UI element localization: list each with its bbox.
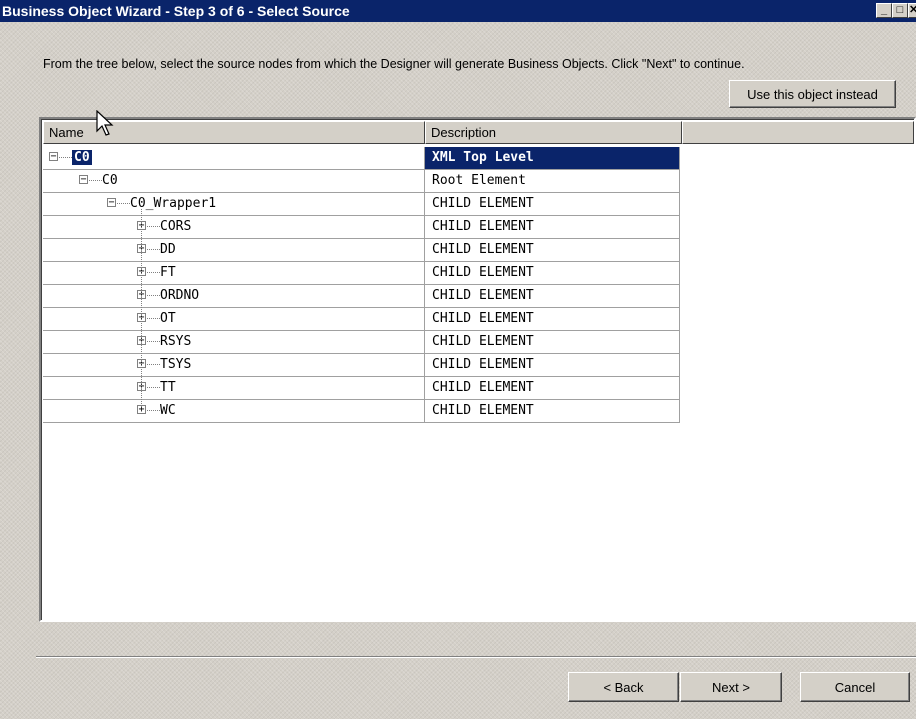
close-button[interactable]: ✕ (908, 3, 916, 18)
arrow-cursor-icon (96, 110, 114, 136)
tree-node-label: DD (160, 242, 176, 257)
cancel-button[interactable]: Cancel (800, 672, 910, 702)
tree-node-label: C0 (72, 150, 92, 165)
tree-connector (147, 410, 160, 411)
tree-row-description: CHILD ELEMENT (425, 354, 680, 377)
tree-row-name-cell[interactable]: + OT (43, 308, 425, 331)
tree-row-name-cell[interactable]: + CORS (43, 216, 425, 239)
minimize-button[interactable]: _ (876, 3, 892, 18)
footer-divider (36, 656, 916, 658)
tree-row[interactable]: − C0 Root Element (43, 170, 680, 193)
tree-row-description: CHILD ELEMENT (425, 193, 680, 216)
tree-row-description: CHILD ELEMENT (425, 377, 680, 400)
tree-row-description: CHILD ELEMENT (425, 400, 680, 423)
window-titlebar: Business Object Wizard - Step 3 of 6 - S… (0, 0, 916, 22)
tree-node-label: TSYS (160, 357, 192, 372)
tree-row-name-cell[interactable]: + ORDNO (43, 285, 425, 308)
tree-row-description: CHILD ELEMENT (425, 239, 680, 262)
tree-node-label: TT (160, 380, 176, 395)
minus-box-icon[interactable]: − (107, 198, 116, 208)
tree-row-name-cell[interactable]: + WC (43, 400, 425, 423)
tree-node-label: C0 (102, 173, 118, 188)
use-this-object-button[interactable]: Use this object instead (729, 80, 896, 108)
tree-row-name-cell[interactable]: + FT (43, 262, 425, 285)
next-button[interactable]: Next > (680, 672, 782, 702)
tree-row[interactable]: + CORS CHILD ELEMENT (43, 216, 680, 239)
tree-row-name-cell[interactable]: − C0_Wrapper1 (43, 193, 425, 216)
tree-node-label: FT (160, 265, 176, 280)
tree-row-name-cell[interactable]: − C0 (43, 147, 425, 170)
tree-connector (147, 295, 160, 296)
tree-row[interactable]: + TT CHILD ELEMENT (43, 377, 680, 400)
tree-row-name-cell[interactable]: + TSYS (43, 354, 425, 377)
tree-row-description: CHILD ELEMENT (425, 262, 680, 285)
tree-row-name-cell[interactable]: + RSYS (43, 331, 425, 354)
tree-connector (117, 203, 130, 204)
tree-node-label: WC (160, 403, 176, 418)
tree-connector (147, 387, 160, 388)
maximize-button[interactable]: □ (892, 3, 908, 18)
instructions-text: From the tree below, select the source n… (43, 57, 745, 71)
tree-row-name-cell[interactable]: + TT (43, 377, 425, 400)
tree-row[interactable]: + ORDNO CHILD ELEMENT (43, 285, 680, 308)
tree-row[interactable]: + FT CHILD ELEMENT (43, 262, 680, 285)
column-header-filler (682, 121, 914, 144)
tree-node-label: RSYS (160, 334, 192, 349)
tree-row-description: CHILD ELEMENT (425, 216, 680, 239)
tree-row[interactable]: − C0 XML Top Level (43, 147, 680, 170)
tree-row-description: CHILD ELEMENT (425, 331, 680, 354)
tree-row[interactable]: + DD CHILD ELEMENT (43, 239, 680, 262)
tree-vertical-connector (141, 209, 142, 404)
tree-connector (147, 364, 160, 365)
tree-connector (147, 318, 160, 319)
tree-row-description: Root Element (425, 170, 680, 193)
tree-row-name-cell[interactable]: − C0 (43, 170, 425, 193)
tree-row[interactable]: − C0_Wrapper1 CHILD ELEMENT (43, 193, 680, 216)
tree-node-label: OT (160, 311, 176, 326)
tree-node-label: ORDNO (160, 288, 200, 303)
window-title: Business Object Wizard - Step 3 of 6 - S… (2, 3, 350, 19)
tree-connector (147, 272, 160, 273)
tree-connector (147, 226, 160, 227)
plus-box-icon[interactable]: + (137, 405, 146, 415)
tree-row[interactable]: + TSYS CHILD ELEMENT (43, 354, 680, 377)
tree-row-name-cell[interactable]: + DD (43, 239, 425, 262)
source-tree[interactable]: Name Description − C0 XML Top Level − C0 Root… (39, 117, 916, 622)
back-button[interactable]: < Back (568, 672, 679, 702)
tree-row[interactable]: + RSYS CHILD ELEMENT (43, 331, 680, 354)
tree-row-description: CHILD ELEMENT (425, 308, 680, 331)
tree-connector (59, 157, 72, 158)
minus-box-icon[interactable]: − (79, 175, 88, 185)
tree-row-description: CHILD ELEMENT (425, 285, 680, 308)
tree-connector (89, 180, 102, 181)
minus-box-icon[interactable]: − (49, 152, 58, 162)
tree-node-label: CORS (160, 219, 192, 234)
tree-node-label: C0_Wrapper1 (130, 196, 217, 211)
column-header-description[interactable]: Description (425, 121, 682, 144)
tree-row[interactable]: + WC CHILD ELEMENT (43, 400, 680, 423)
tree-row[interactable]: + OT CHILD ELEMENT (43, 308, 680, 331)
tree-row-description: XML Top Level (425, 147, 680, 170)
tree-connector (147, 341, 160, 342)
tree-connector (147, 249, 160, 250)
